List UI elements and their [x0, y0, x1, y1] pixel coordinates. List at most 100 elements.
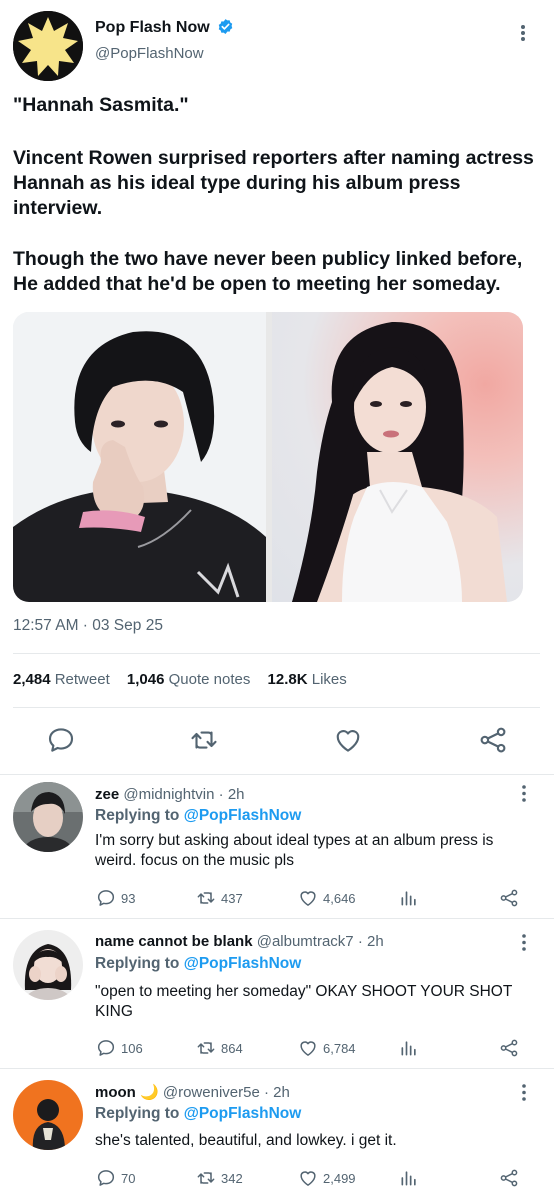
like-icon [300, 1041, 316, 1056]
reply-header: zee @midnightvin · 2h [95, 786, 245, 803]
share-button[interactable] [499, 1038, 519, 1058]
avatar[interactable] [13, 782, 83, 852]
reply-count: 106 [121, 1040, 143, 1056]
retweet-icon[interactable] [189, 725, 219, 755]
reply-author-handle[interactable]: @midnightvin [123, 786, 214, 803]
like-icon [300, 891, 316, 906]
retweet-button[interactable]: 864 [196, 1038, 243, 1058]
reply-time[interactable]: 2h [273, 1084, 290, 1101]
reply-tweet[interactable]: moon 🌙 @roweniver5e · 2h Replying to @Po… [0, 1069, 554, 1200]
like-icon[interactable] [333, 725, 363, 755]
reply-count: 70 [121, 1170, 136, 1186]
reply-header: name cannot be blank @albumtrack7 · 2h [95, 933, 384, 950]
reply-tweet[interactable]: name cannot be blank @albumtrack7 · 2h R… [0, 919, 554, 1068]
analytics-button[interactable] [399, 1168, 419, 1188]
analytics-button[interactable] [399, 1038, 419, 1058]
retweet-count: 342 [221, 1170, 243, 1186]
quote-count[interactable]: 1,046 Quote notes [127, 671, 250, 688]
reply-button[interactable]: 93 [96, 888, 135, 908]
reply-header: moon 🌙 @roweniver5e · 2h [95, 1084, 290, 1101]
quote-count-value: 1,046 [126, 671, 165, 688]
avatar[interactable] [13, 1080, 83, 1150]
like-count[interactable]: 12.8K Likes [268, 671, 347, 688]
like-button[interactable]: 4,646 [298, 888, 356, 908]
avatar[interactable] [13, 11, 83, 81]
share-icon[interactable] [478, 725, 508, 755]
share-icon [500, 889, 518, 907]
reply-author-name[interactable]: name cannot be blank [95, 933, 253, 950]
more-options-icon[interactable] [516, 1083, 532, 1103]
reply-button[interactable]: 70 [96, 1168, 135, 1188]
retweet-icon [197, 892, 215, 904]
reply-icon [97, 1040, 115, 1056]
like-count: 2,499 [323, 1170, 356, 1186]
replying-to-label: Replying to [95, 955, 180, 972]
share-button[interactable] [499, 1168, 519, 1188]
retweet-count-value: 2,484 [13, 671, 51, 688]
mention-link[interactable]: @PopFlashNow [184, 955, 302, 972]
author-name[interactable]: Pop Flash Now [95, 18, 234, 37]
reply-icon [97, 890, 115, 906]
retweet-icon [197, 1172, 215, 1184]
photo-man[interactable] [13, 312, 266, 602]
share-icon [500, 1039, 518, 1057]
more-options-icon[interactable] [513, 22, 533, 44]
retweet-count-label: Retweet [54, 671, 110, 688]
reply-text: I'm sorry but asking about ideal types a… [95, 832, 494, 869]
reply-author-handle[interactable]: @albumtrack7 [257, 933, 354, 950]
like-button[interactable]: 6,784 [298, 1038, 356, 1058]
reply-author-name[interactable]: moon [95, 1084, 136, 1101]
retweet-count: 864 [221, 1040, 243, 1056]
reply-text: she's talented, beautiful, and lowkey. i… [95, 1132, 397, 1149]
replying-to: Replying to @PopFlashNow [95, 1105, 301, 1123]
retweet-button[interactable]: 342 [196, 1168, 243, 1188]
photo-woman[interactable] [272, 312, 523, 602]
replying-to-label: Replying to [95, 807, 180, 824]
mention-link[interactable]: @PopFlashNow [184, 1105, 302, 1122]
reply-author-handle[interactable]: @roweniver5e [163, 1084, 260, 1101]
like-icon [300, 1171, 316, 1186]
like-count-value: 12.8K [267, 671, 308, 688]
starburst-logo-icon [13, 11, 83, 81]
avatar[interactable] [13, 930, 83, 1000]
mention-link[interactable]: @PopFlashNow [184, 807, 302, 824]
tweet-text-line-1: "Hannah Sasmita." [13, 94, 189, 116]
analytics-icon [401, 1171, 416, 1186]
like-count: 6,784 [323, 1040, 356, 1056]
reply-author-name[interactable]: zee [95, 786, 119, 803]
analytics-icon [401, 1041, 416, 1056]
retweet-icon [197, 1042, 215, 1054]
retweet-count: 437 [221, 890, 243, 906]
like-count-label: Likes [311, 671, 347, 688]
reply-time[interactable]: 2h [228, 786, 245, 803]
more-options-icon[interactable] [516, 933, 532, 953]
analytics-icon [401, 891, 416, 906]
reply-button[interactable]: 106 [96, 1038, 143, 1058]
replying-to-label: Replying to [95, 1105, 180, 1122]
share-icon [500, 1169, 518, 1187]
tweet-media[interactable] [13, 312, 523, 602]
more-options-icon[interactable] [516, 784, 532, 804]
retweet-count[interactable]: 2,484 Retweet [13, 671, 110, 688]
tweet-text-line-2: Vincent Rowen surprised reporters after … [13, 147, 534, 219]
like-count: 4,646 [323, 890, 356, 906]
reply-text: "open to meeting her someday" OKAY SHOOT… [95, 983, 513, 1020]
reply-icon[interactable] [46, 725, 76, 755]
main-tweet: Pop Flash Now @PopFlashNow "Hannah Sasmi… [0, 0, 554, 775]
divider [13, 707, 540, 708]
replying-to: Replying to @PopFlashNow [95, 807, 301, 825]
reply-time[interactable]: 2h [367, 933, 384, 950]
reply-icon [97, 1170, 115, 1186]
share-button[interactable] [499, 888, 519, 908]
author-handle[interactable]: @PopFlashNow [95, 45, 204, 62]
replying-to: Replying to @PopFlashNow [95, 955, 301, 973]
tweet-stats: 2,484 Retweet 1,046 Quote notes 12.8K Li… [13, 671, 360, 688]
retweet-button[interactable]: 437 [196, 888, 243, 908]
divider [13, 653, 540, 654]
reply-tweet[interactable]: zee @midnightvin · 2h Replying to @PopFl… [0, 775, 554, 918]
analytics-button[interactable] [399, 888, 419, 908]
like-button[interactable]: 2,499 [298, 1168, 356, 1188]
reply-count: 93 [121, 890, 136, 906]
quote-count-label: Quote notes [168, 671, 251, 688]
tweet-timestamp[interactable]: 12:57 AM · 03 Sep 25 [13, 617, 163, 635]
